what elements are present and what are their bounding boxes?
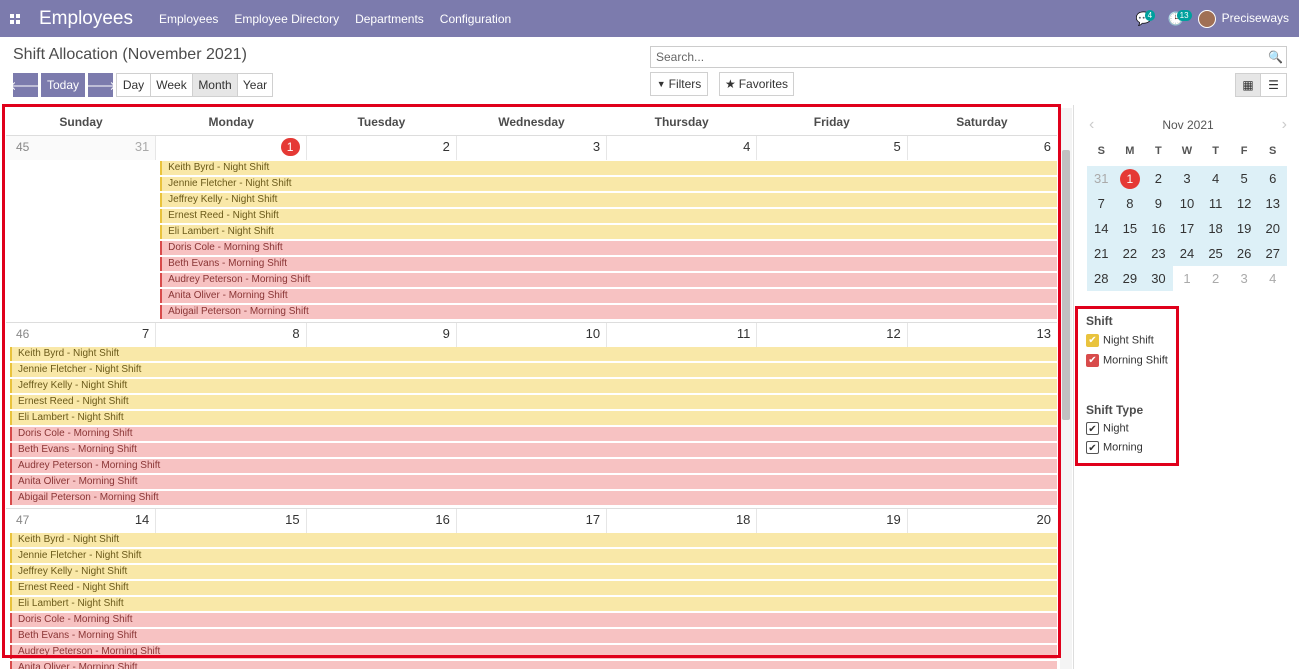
mini-day[interactable]: 9: [1144, 191, 1173, 216]
top-navbar: Employees Employees Employee Directory D…: [0, 0, 1299, 37]
mini-day[interactable]: 8: [1115, 191, 1145, 216]
page-title: Shift Allocation (November 2021): [13, 46, 247, 63]
mini-day[interactable]: 16: [1144, 216, 1173, 241]
filter-icon: ▼: [656, 79, 666, 89]
mini-day[interactable]: 24: [1172, 241, 1202, 266]
mini-day[interactable]: 23: [1144, 241, 1173, 266]
mini-day[interactable]: 10: [1172, 191, 1202, 216]
mini-day[interactable]: 6: [1258, 166, 1287, 191]
mini-day[interactable]: 20: [1258, 216, 1287, 241]
mini-day[interactable]: 29: [1115, 266, 1145, 291]
menu-configuration[interactable]: Configuration: [440, 12, 511, 26]
mini-prev-icon[interactable]: ‹: [1089, 117, 1094, 133]
today-button[interactable]: Today: [41, 73, 85, 97]
filters-button[interactable]: ▼ Filters: [650, 72, 708, 96]
mini-day[interactable]: 2: [1201, 266, 1230, 291]
mini-month-title: Nov 2021: [1162, 118, 1214, 132]
highlight-box-calendar: [2, 104, 1061, 658]
avatar: [1197, 9, 1216, 28]
mini-day[interactable]: 4: [1258, 266, 1287, 291]
mini-day[interactable]: 5: [1229, 166, 1259, 191]
mini-today-marker: 1: [1119, 169, 1140, 189]
activities-badge: 13: [1176, 9, 1192, 21]
view-day-button[interactable]: Day: [116, 73, 151, 97]
mini-day[interactable]: 3: [1172, 166, 1202, 191]
mini-dow-label: M: [1125, 145, 1135, 157]
mini-dow-label: F: [1240, 145, 1248, 157]
mini-dow-label: T: [1212, 145, 1219, 157]
mini-day[interactable]: 25: [1201, 241, 1230, 266]
arrow-right-icon: 🡒: [84, 78, 117, 93]
user-menu[interactable]: Preciseways: [1197, 9, 1289, 28]
messages-badge: 4: [1144, 9, 1156, 21]
mini-day[interactable]: 21: [1087, 241, 1116, 266]
filters-label: Filters: [668, 77, 702, 91]
arrow-left-icon: 🡐: [9, 78, 42, 93]
menu-departments[interactable]: Departments: [355, 12, 424, 26]
mini-day[interactable]: 1: [1115, 166, 1145, 191]
shift-event[interactable]: Anita Oliver - Morning Shift: [10, 661, 1057, 669]
mini-calendar-grid: 31 1 2 3 4 5 6 7 8 9 10 11 12 13 14 15 16 17 18 19 20 21 22 23 2…: [1087, 166, 1287, 291]
search-placeholder: Search...: [656, 50, 705, 64]
highlight-box-filters: [1075, 306, 1179, 466]
mini-day[interactable]: 2: [1144, 166, 1173, 191]
search-input[interactable]: Search... 🔍: [650, 46, 1287, 68]
star-icon: ★: [724, 77, 736, 91]
mini-day[interactable]: 28: [1087, 266, 1116, 291]
app-title[interactable]: Employees: [39, 8, 133, 30]
mini-day[interactable]: 12: [1229, 191, 1259, 216]
mini-day[interactable]: 31: [1087, 166, 1116, 191]
list-view-icon[interactable]: ☰: [1260, 73, 1287, 97]
mini-dow-label: S: [1097, 145, 1105, 157]
mini-day[interactable]: 1: [1172, 266, 1202, 291]
mini-day[interactable]: 11: [1201, 191, 1230, 216]
apps-menu-icon[interactable]: [2, 0, 28, 37]
menu-employee-directory[interactable]: Employee Directory: [234, 12, 339, 26]
mini-day[interactable]: 26: [1229, 241, 1259, 266]
mini-weekday-header: SMTWTFS: [1087, 145, 1287, 157]
view-week-button[interactable]: Week: [150, 73, 193, 97]
mini-day[interactable]: 27: [1258, 241, 1287, 266]
mini-day[interactable]: 19: [1229, 216, 1259, 241]
view-month-button[interactable]: Month: [192, 73, 238, 97]
mini-dow-label: S: [1269, 145, 1277, 157]
mini-day[interactable]: 22: [1115, 241, 1145, 266]
mini-day[interactable]: 13: [1258, 191, 1287, 216]
mini-day[interactable]: 18: [1201, 216, 1230, 241]
mini-dow-label: W: [1181, 145, 1193, 157]
mini-day[interactable]: 17: [1172, 216, 1202, 241]
mini-dow-label: T: [1155, 145, 1162, 157]
mini-day[interactable]: 4: [1201, 166, 1230, 191]
search-icon[interactable]: 🔍: [1268, 47, 1283, 67]
menu-employees[interactable]: Employees: [159, 12, 218, 26]
next-button[interactable]: 🡒: [84, 73, 117, 97]
previous-button[interactable]: 🡐: [9, 73, 42, 97]
mini-day[interactable]: 3: [1229, 266, 1259, 291]
messages-icon[interactable]: 💬 4: [1134, 9, 1156, 29]
favorites-label: Favorites: [738, 77, 789, 91]
activities-icon[interactable]: 🕒 13: [1166, 9, 1192, 29]
mini-day[interactable]: 7: [1087, 191, 1116, 216]
view-year-button[interactable]: Year: [237, 73, 273, 97]
calendar-view-icon[interactable]: ▦: [1235, 73, 1261, 97]
mini-day[interactable]: 15: [1115, 216, 1145, 241]
user-name: Preciseways: [1221, 10, 1289, 25]
mini-day[interactable]: 14: [1087, 216, 1116, 241]
calendar-scrollbar[interactable]: [1060, 108, 1072, 669]
mini-next-icon[interactable]: ›: [1282, 117, 1287, 133]
favorites-button[interactable]: ★ Favorites: [719, 72, 794, 96]
mini-day[interactable]: 30: [1144, 266, 1173, 291]
